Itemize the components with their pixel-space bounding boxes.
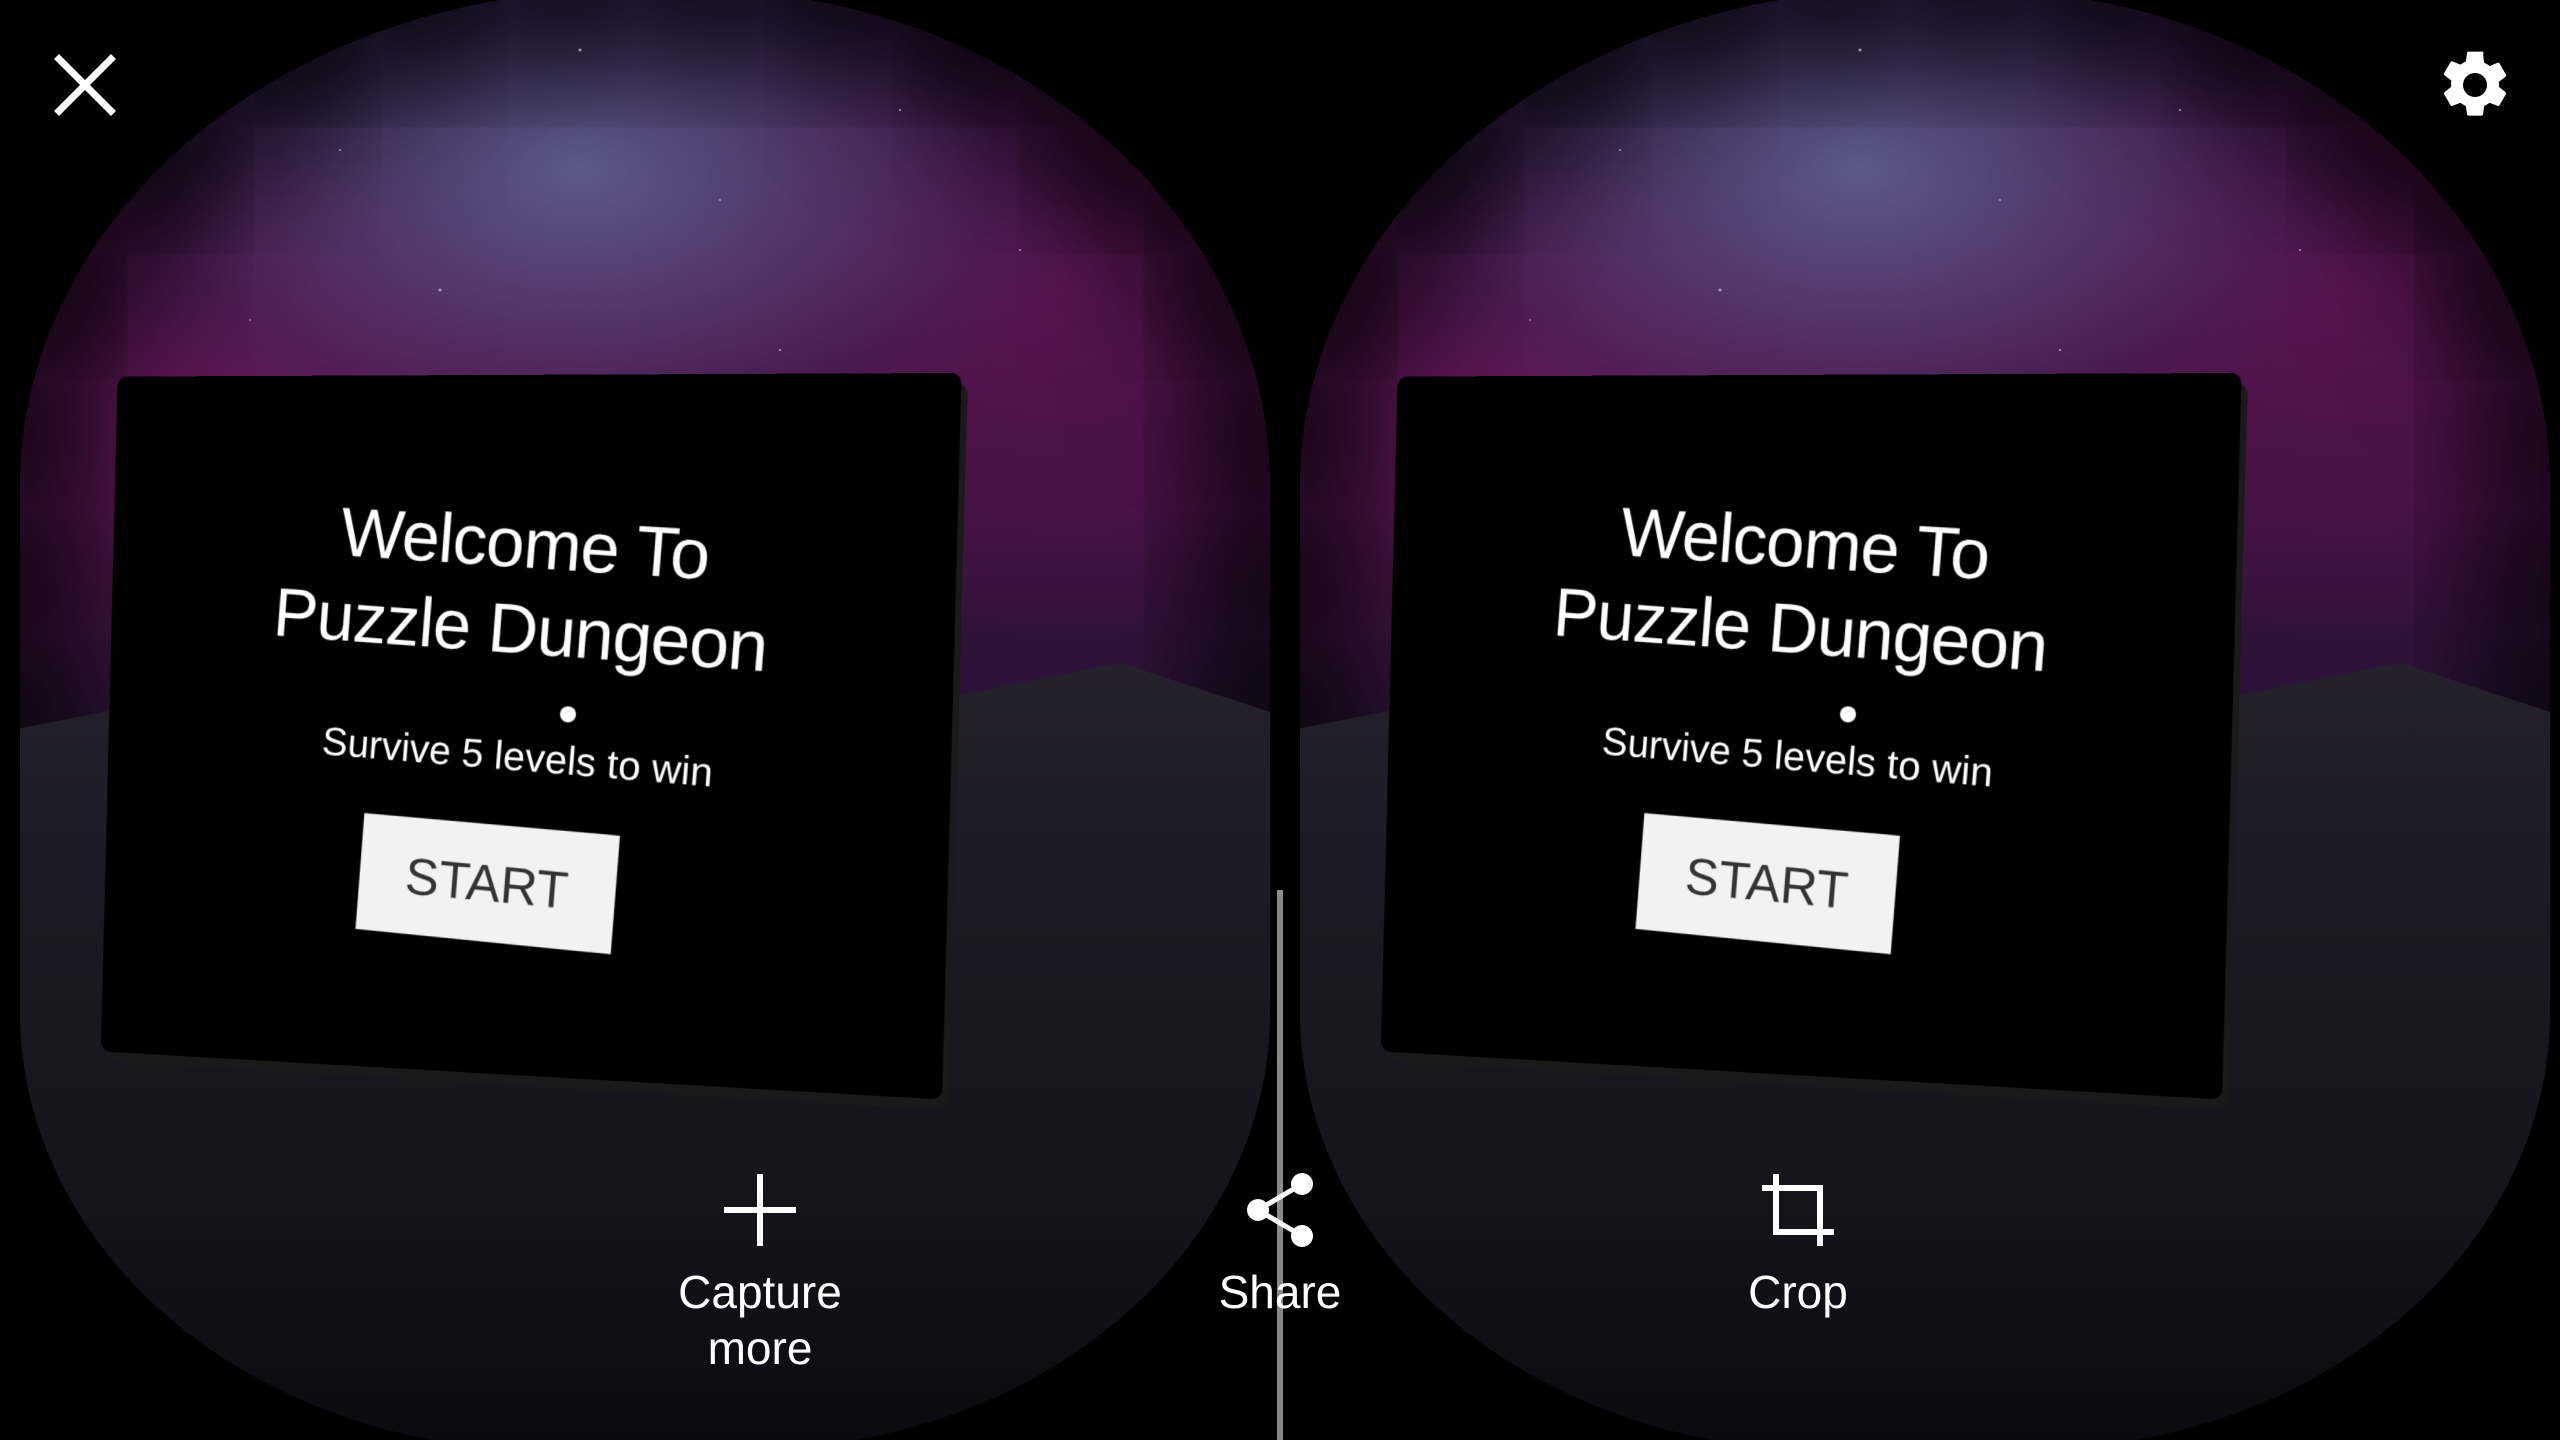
- settings-button[interactable]: [2430, 40, 2520, 130]
- welcome-subtitle: Survive 5 levels to win: [1600, 719, 1995, 796]
- welcome-panel: Welcome To Puzzle Dungeon Survive 5 leve…: [100, 372, 962, 1100]
- plus-icon: [724, 1174, 796, 1246]
- plus-icon-wrap: [630, 1160, 890, 1260]
- share-button[interactable]: Share: [1150, 1160, 1410, 1320]
- crop-icon-wrap: [1668, 1160, 1928, 1260]
- welcome-title: Welcome To Puzzle Dungeon: [107, 476, 961, 704]
- start-button[interactable]: START: [355, 813, 621, 955]
- share-icon-wrap: [1150, 1160, 1410, 1260]
- capture-more-button[interactable]: Capture more: [630, 1160, 890, 1376]
- welcome-panel: Welcome To Puzzle Dungeon Survive 5 leve…: [1380, 372, 2242, 1100]
- gaze-reticle: [559, 706, 577, 723]
- vr-screenshot-viewer: Welcome To Puzzle Dungeon Survive 5 leve…: [0, 0, 2560, 1440]
- start-button[interactable]: START: [1635, 813, 1901, 955]
- close-icon: [54, 54, 116, 116]
- welcome-title: Welcome To Puzzle Dungeon: [1387, 476, 2241, 704]
- capture-more-label: Capture more: [678, 1266, 842, 1374]
- share-label: Share: [1218, 1266, 1342, 1318]
- crop-label: Crop: [1748, 1266, 1848, 1318]
- crop-icon: [1762, 1174, 1834, 1246]
- share-icon: [1247, 1173, 1313, 1247]
- crop-button[interactable]: Crop: [1668, 1160, 1928, 1320]
- gear-icon: [2443, 51, 2507, 116]
- welcome-subtitle: Survive 5 levels to win: [320, 719, 715, 796]
- gaze-reticle: [1839, 706, 1857, 723]
- close-button[interactable]: [40, 40, 130, 130]
